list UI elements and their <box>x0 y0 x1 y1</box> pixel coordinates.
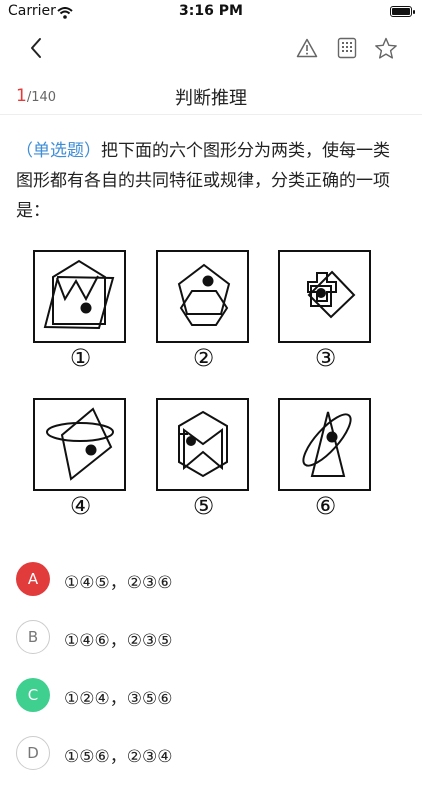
figure-label: ⑤ <box>192 492 215 520</box>
option-d-text: ①⑤⑥，②③④ <box>64 747 173 767</box>
figure-label: ④ <box>69 492 92 520</box>
option-a-text: ①④⑤，②③⑥ <box>64 573 173 593</box>
status-bar: Carrier 3:16 PM <box>0 0 422 24</box>
figure-3-drawing <box>307 270 356 319</box>
option-a[interactable]: A ①④⑤，②③⑥ <box>16 560 406 618</box>
figure-2-drawing <box>177 263 231 326</box>
figure-4-drawing <box>46 407 114 481</box>
figure-2: ② <box>156 250 251 371</box>
figure-1: ① <box>33 250 128 371</box>
question-type-tag: （单选题） <box>16 141 101 161</box>
chevron-left-icon <box>31 38 41 58</box>
option-b-text: ①④⑥，②③⑤ <box>64 631 173 651</box>
option-a-badge: A <box>16 562 50 596</box>
option-d-badge: D <box>16 736 50 770</box>
figure-6: ⑥ <box>278 398 373 519</box>
option-b-badge: B <box>16 620 50 654</box>
question-stem: （单选题）把下面的六个图形分为两类，使每一类图形都有各自的共同特征或规律，分类正… <box>16 136 406 226</box>
figure-3: ③ <box>278 250 373 371</box>
figure-5-drawing <box>178 410 228 478</box>
battery-icon <box>390 6 415 17</box>
option-c[interactable]: C ①②④，③⑤⑥ <box>16 676 406 734</box>
figure-label: ③ <box>314 344 337 372</box>
warning-icon <box>296 38 318 58</box>
figure-label: ⑥ <box>314 492 337 520</box>
figure-4: ④ <box>33 398 128 519</box>
figure-label: ① <box>69 344 92 372</box>
favorite-button[interactable] <box>372 34 400 62</box>
clock: 3:16 PM <box>179 3 243 19</box>
option-c-text: ①②④，③⑤⑥ <box>64 689 173 709</box>
figure-1-drawing <box>43 259 115 330</box>
back-button[interactable] <box>22 34 50 62</box>
answer-options: A ①④⑤，②③⑥ B ①④⑥，②③⑤ C ①②④，③⑤⑥ D ①⑤⑥，②③④ <box>16 560 406 792</box>
option-c-badge: C <box>16 678 50 712</box>
option-d[interactable]: D ①⑤⑥，②③④ <box>16 734 406 792</box>
figure-label: ② <box>192 344 215 372</box>
question-header: 1/140 判断推理 <box>0 78 422 115</box>
page-title: 判断推理 <box>175 88 247 109</box>
figure-5: ⑤ <box>156 398 251 519</box>
answer-sheet-icon <box>337 37 357 59</box>
answer-sheet-button[interactable] <box>333 34 361 62</box>
figure-6-drawing <box>302 411 352 477</box>
star-icon <box>375 37 397 59</box>
nav-bar <box>0 28 422 68</box>
option-b[interactable]: B ①④⑥，②③⑤ <box>16 618 406 676</box>
report-button[interactable] <box>293 34 321 62</box>
